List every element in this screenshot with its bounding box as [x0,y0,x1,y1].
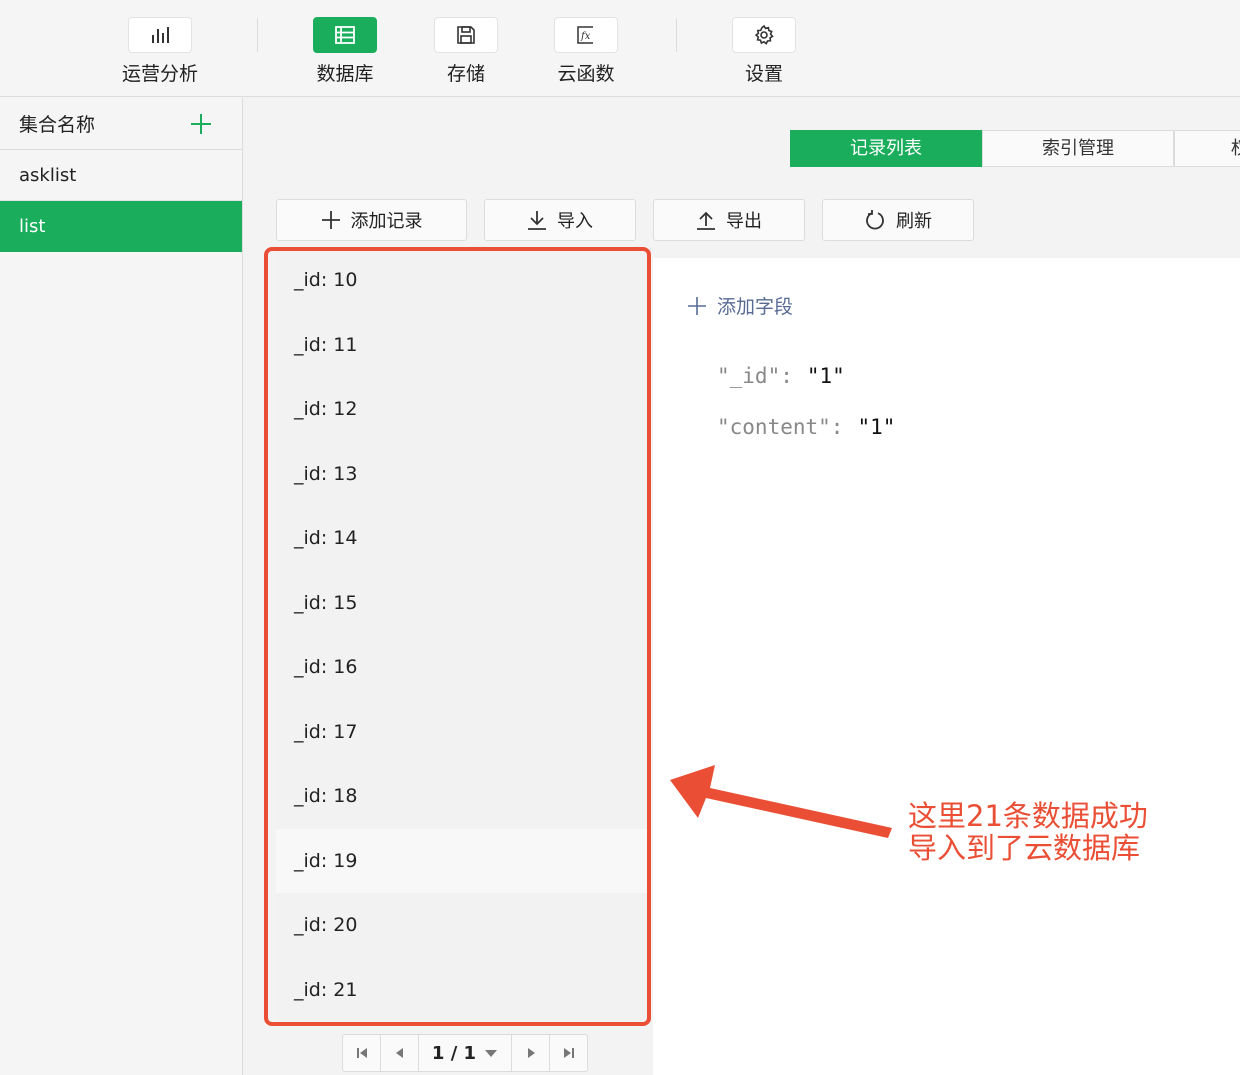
toolbar-storage-label: 存储 [446,63,485,85]
page-selector[interactable]: 1 / 1 [419,1043,511,1064]
field-row-id[interactable]: "_id": "1" [717,364,845,388]
field-key: "_id": [717,364,793,388]
import-label: 导入 [557,211,593,232]
pagination: 1 / 1 [342,1034,588,1072]
add-field-label: 添加字段 [717,296,794,318]
top-toolbar: 运营分析 数据库 存储 fx 云函数 设置 [0,0,1240,97]
toolbar-analytics-label: 运营分析 [121,63,198,85]
annotation-arrow-icon [670,765,892,838]
record-item[interactable]: _id: 19 [276,828,650,893]
download-icon [528,211,546,230]
last-page-button[interactable] [549,1035,587,1071]
record-item[interactable]: _id: 17 [276,700,650,765]
save-icon [434,17,498,53]
prev-page-button[interactable] [381,1035,419,1071]
record-item[interactable]: _id: 15 [276,571,650,636]
field-row-content[interactable]: "content": "1" [717,415,895,439]
record-detail-panel: 添加字段 "_id": "1" "content": "1" [653,258,1240,1075]
action-bar: 添加记录 导入 导出 刷新 [276,199,974,241]
record-item[interactable]: _id: 14 [276,506,650,571]
toolbar-settings-button[interactable]: 设置 [714,17,814,86]
field-value: "1" [806,364,845,388]
tab-record-list[interactable]: 记录列表 [790,130,982,167]
export-button[interactable]: 导出 [653,199,805,241]
record-item[interactable]: _id: 20 [276,893,650,958]
record-item[interactable]: _id: 18 [276,764,650,829]
refresh-label: 刷新 [896,211,932,232]
chevron-down-icon [485,1050,498,1057]
record-item[interactable]: _id: 21 [276,958,650,1023]
toolbar-database-button[interactable]: 数据库 [295,17,395,86]
collection-header: 集合名称 [0,98,242,150]
sidebar-item-list[interactable]: list [0,201,242,252]
record-item[interactable]: _id: 11 [276,313,650,378]
first-page-icon [356,1048,367,1058]
plus-icon [191,113,211,134]
record-item[interactable]: _id: 13 [276,442,650,507]
field-key: "content": [717,415,844,439]
main-panel: 记录列表 索引管理 权 添加记录 导入 导出 刷新 _id: 10 _id: 1… [244,98,1240,1075]
next-page-icon [527,1048,535,1058]
function-icon: fx [554,17,618,53]
field-value: "1" [857,415,896,439]
plus-icon [688,296,706,315]
add-field-button[interactable]: 添加字段 [687,292,793,319]
refresh-button[interactable]: 刷新 [822,199,974,241]
prev-page-icon [395,1048,403,1058]
svg-text:fx: fx [580,31,591,42]
record-list: _id: 10 _id: 11 _id: 12 _id: 13 _id: 14 … [276,248,651,1022]
add-record-button[interactable]: 添加记录 [276,199,467,241]
database-icon [313,17,377,53]
plus-icon [321,211,340,229]
tab-bar: 记录列表 索引管理 权 [790,130,1240,167]
gear-icon [732,17,796,53]
record-item[interactable]: _id: 16 [276,635,650,700]
toolbar-storage-button[interactable]: 存储 [416,17,516,86]
add-collection-button[interactable] [190,113,212,135]
page-indicator: 1 / 1 [431,1042,477,1064]
toolbar-function-button[interactable]: fx 云函数 [536,17,636,86]
last-page-icon [563,1048,574,1058]
toolbar-settings-label: 设置 [744,63,783,85]
annotation-line: 导入到了云数据库 [908,831,1141,865]
toolbar-divider [676,18,677,52]
add-record-label: 添加记录 [350,211,423,232]
record-item[interactable]: _id: 12 [276,377,650,442]
toolbar-divider [257,18,258,52]
collection-header-label: 集合名称 [19,114,96,136]
toolbar-database-label: 数据库 [316,63,374,85]
toolbar-function-label: 云函数 [557,63,615,85]
export-label: 导出 [726,211,762,232]
record-item[interactable]: _id: 10 [276,248,650,313]
sidebar-item-asklist[interactable]: asklist [0,150,242,201]
refresh-icon [866,210,884,230]
toolbar-analytics-button[interactable]: 运营分析 [110,17,210,86]
annotation-text: 这里21条数据成功 导入到了云数据库 [908,800,1148,864]
bar-chart-icon [128,17,192,53]
tab-permissions[interactable]: 权 [1174,130,1240,167]
collection-sidebar: 集合名称 asklist list [0,98,243,1075]
annotation-line: 这里21条数据成功 [908,799,1148,833]
tab-index-management[interactable]: 索引管理 [982,130,1174,167]
first-page-button[interactable] [343,1035,381,1071]
next-page-button[interactable] [511,1035,549,1071]
import-button[interactable]: 导入 [484,199,636,241]
upload-icon [697,211,715,230]
